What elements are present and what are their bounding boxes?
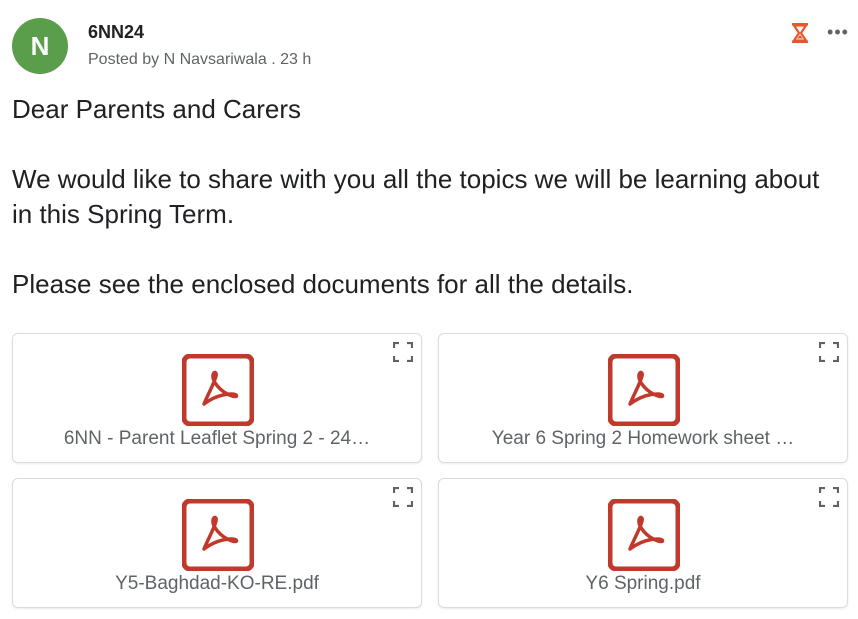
avatar[interactable]: N [12,18,68,74]
expand-icon[interactable] [392,341,414,363]
attachment-file-name: Y5-Baghdad-KO-RE.pdf [115,573,319,594]
pdf-icon [181,498,255,572]
expand-icon[interactable] [818,486,840,508]
pdf-icon [607,498,681,572]
attachment-file-name: Year 6 Spring 2 Homework sheet … [491,428,795,449]
attachment-card[interactable]: 6NN - Parent Leaflet Spring 2 - 24… [12,333,422,463]
attachment-card[interactable]: Year 6 Spring 2 Homework sheet … [438,333,848,463]
hourglass-icon[interactable] [790,22,810,44]
attachment-file-name: 6NN - Parent Leaflet Spring 2 - 24… [63,428,371,449]
expand-icon[interactable] [392,486,414,508]
pdf-icon [181,353,255,427]
post-title[interactable]: 6NN24 [88,22,144,43]
post-header: N 6NN24 Posted by N Navsariwala . 23 h •… [12,16,848,76]
body-paragraph-1: We would like to share with you all the … [12,164,820,229]
post-meta: Posted by N Navsariwala . 23 h [88,51,312,68]
more-options-icon[interactable]: ••• [824,20,852,44]
body-paragraph-2: Please see the enclosed documents for al… [12,269,634,299]
greeting-text: Dear Parents and Carers [12,94,302,124]
attachment-card[interactable]: Y5-Baghdad-KO-RE.pdf [12,478,422,608]
expand-icon[interactable] [818,341,840,363]
post-body: Dear Parents and Carers We would like to… [12,92,832,302]
attachment-card[interactable]: Y6 Spring.pdf [438,478,848,608]
pdf-icon [607,353,681,427]
attachment-file-name: Y6 Spring.pdf [585,573,701,594]
